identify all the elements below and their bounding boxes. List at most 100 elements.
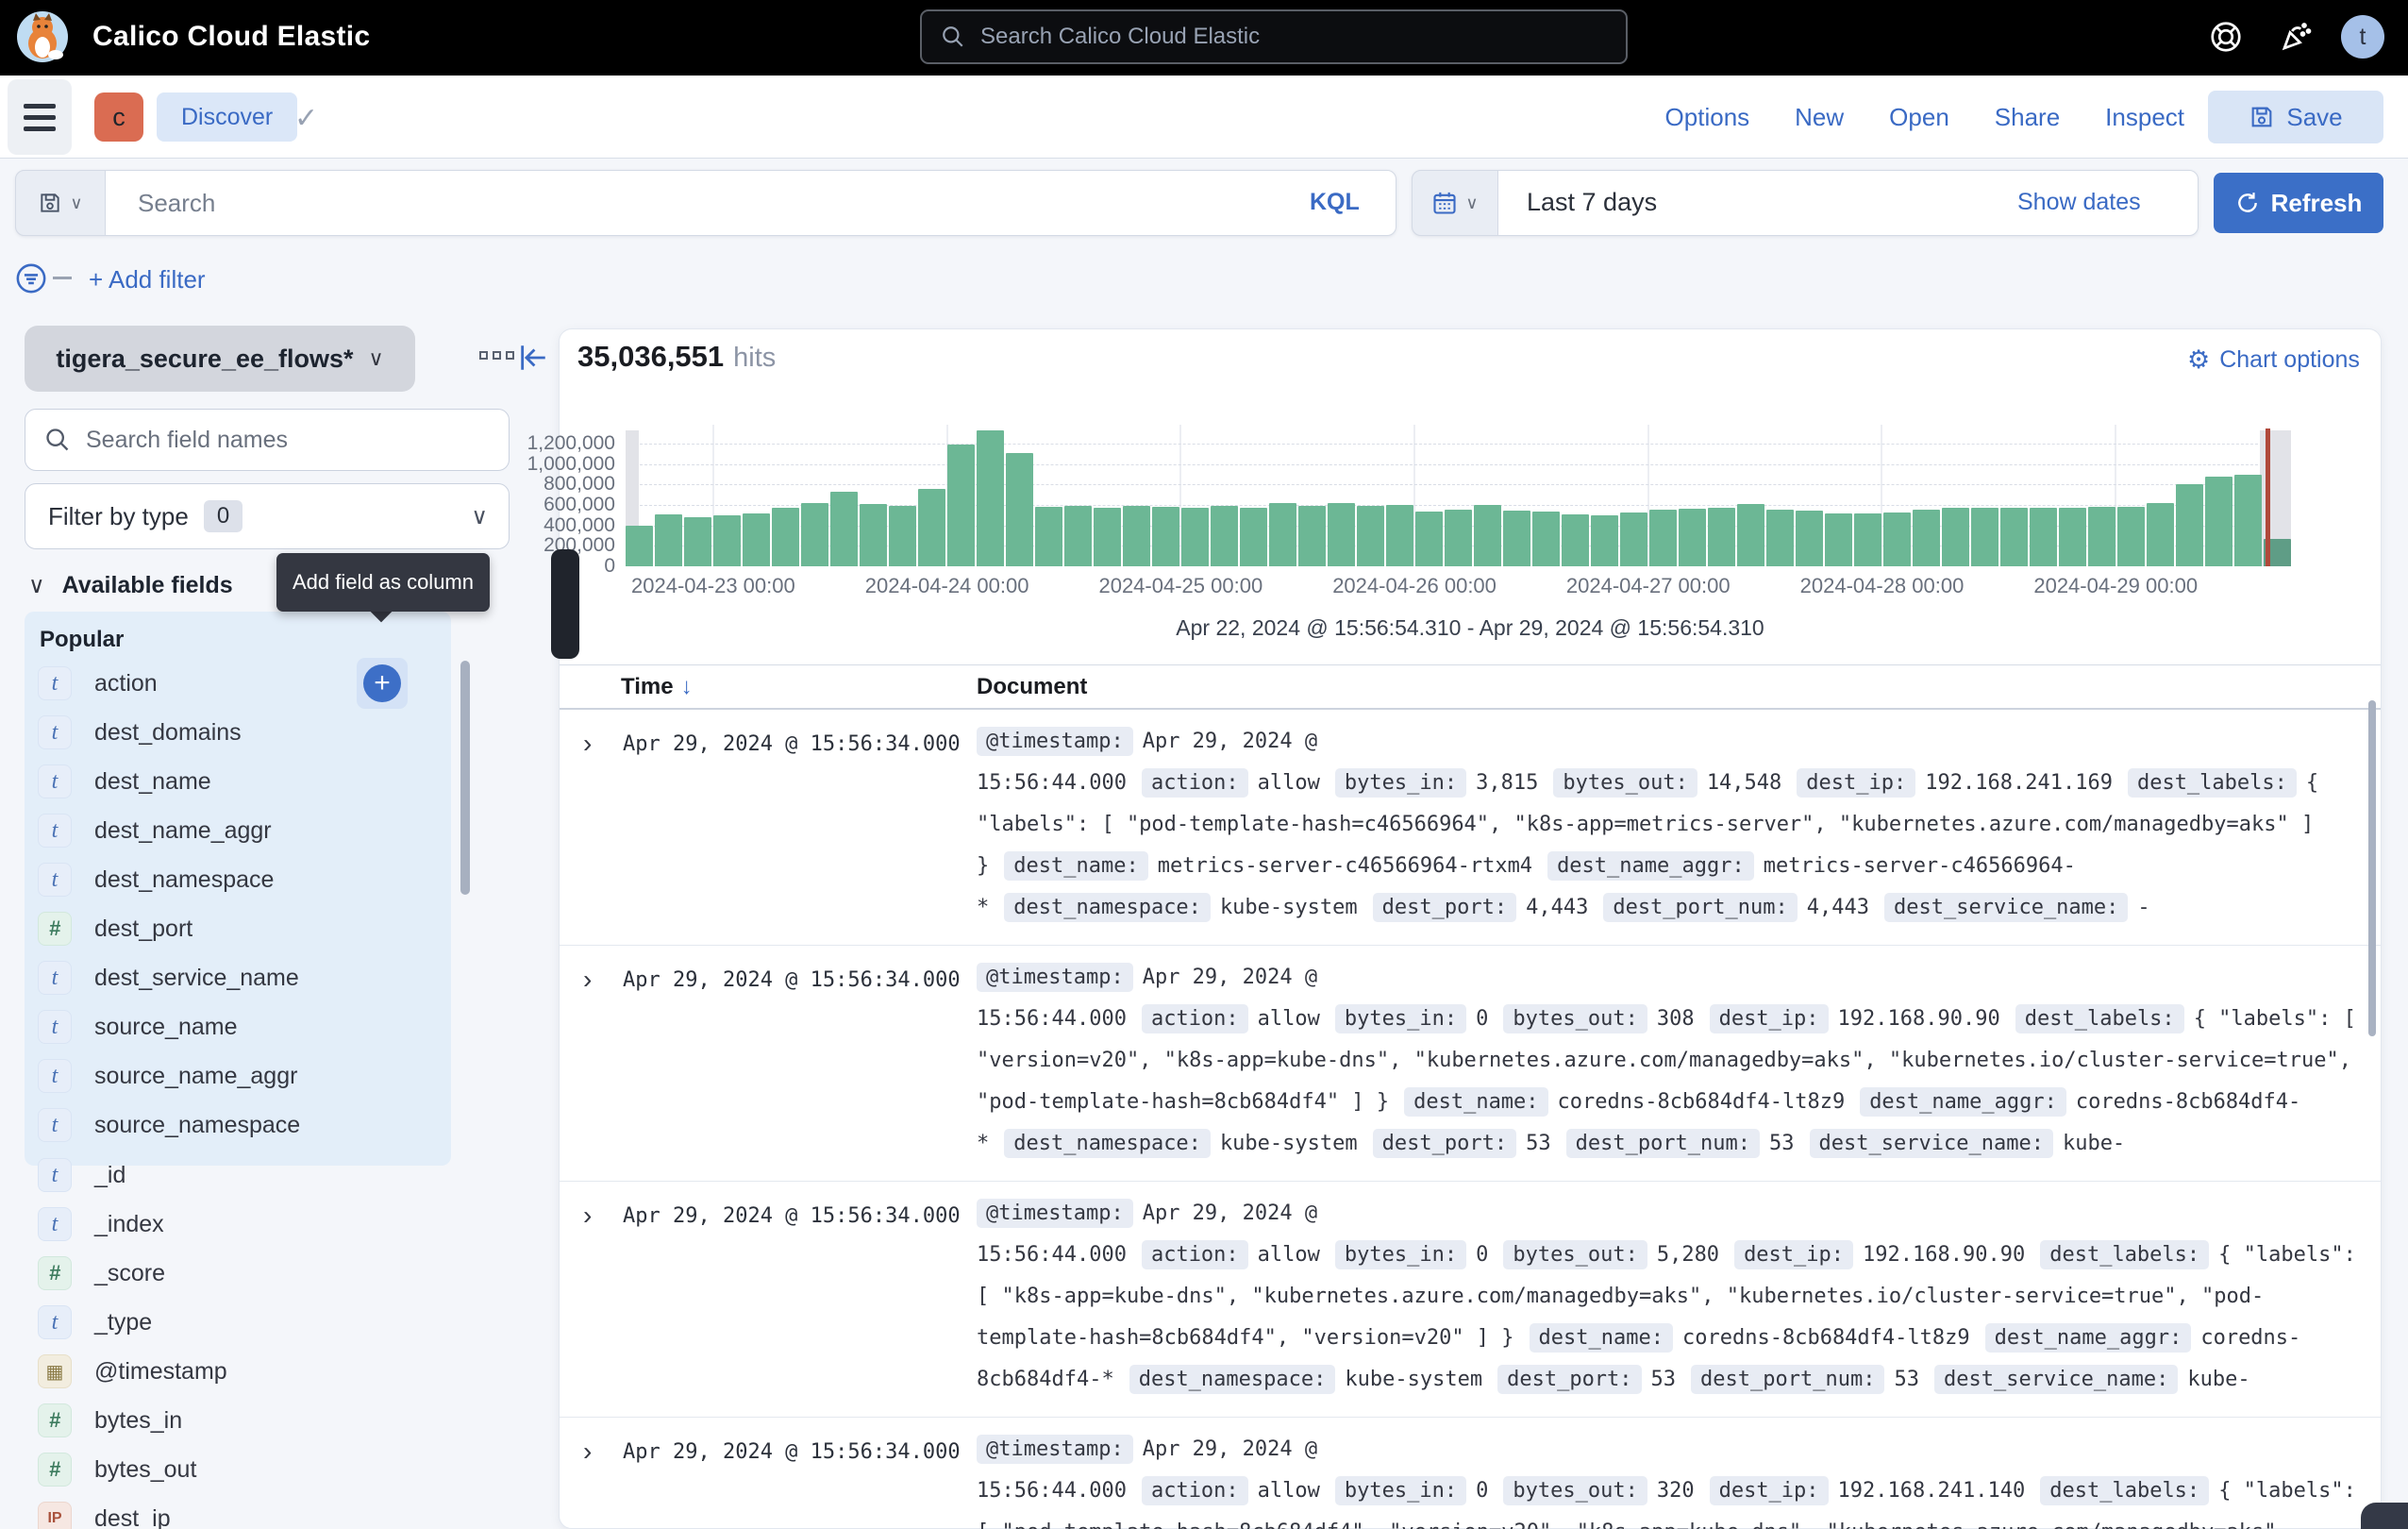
- histogram-bar[interactable]: [1971, 508, 1998, 566]
- date-quick-menu[interactable]: ∨: [1412, 170, 1498, 236]
- histogram-bar[interactable]: [2088, 507, 2115, 566]
- histogram-bar[interactable]: [1474, 505, 1501, 566]
- histogram-bar[interactable]: [1298, 506, 1326, 566]
- news-icon[interactable]: [2274, 15, 2317, 59]
- histogram-bar[interactable]: [772, 508, 799, 566]
- histogram-bar[interactable]: [1883, 512, 1911, 566]
- sidebar-scrollbar[interactable]: [460, 661, 470, 895]
- histogram-bar[interactable]: [2059, 508, 2086, 566]
- histogram-bars[interactable]: [626, 430, 2291, 566]
- histogram-bar[interactable]: [1211, 506, 1238, 566]
- histogram-bar[interactable]: [1737, 504, 1764, 566]
- histogram-bar[interactable]: [2117, 507, 2145, 566]
- show-dates-link[interactable]: Show dates: [2017, 189, 2141, 216]
- panel-resize-handle[interactable]: [551, 549, 579, 659]
- field-item-_index[interactable]: t_index: [25, 1200, 451, 1249]
- available-fields-header[interactable]: ∨ Available fields: [28, 572, 233, 599]
- histogram-bar[interactable]: [830, 492, 858, 566]
- expand-row-icon[interactable]: ›: [583, 965, 592, 995]
- field-item-dest_ip[interactable]: IPdest_ip: [25, 1494, 451, 1529]
- histogram-bar[interactable]: [1035, 507, 1062, 566]
- toolbar-link-new[interactable]: New: [1795, 103, 1844, 132]
- histogram-bar[interactable]: [1445, 510, 1472, 566]
- histogram-bar[interactable]: [918, 489, 945, 566]
- field-item-dest_domains[interactable]: tdest_domains: [25, 708, 451, 757]
- histogram-bar[interactable]: [1503, 511, 1530, 566]
- histogram-bar[interactable]: [713, 515, 741, 566]
- filter-menu-icon[interactable]: [15, 262, 47, 299]
- histogram-bar[interactable]: [1181, 508, 1209, 566]
- field-item-source_name_aggr[interactable]: tsource_name_aggr: [25, 1051, 451, 1101]
- histogram-bar[interactable]: [626, 526, 653, 566]
- histogram-bar[interactable]: [1649, 510, 1677, 566]
- sort-desc-icon[interactable]: ↓: [681, 674, 693, 700]
- histogram-bar[interactable]: [1064, 506, 1092, 566]
- histogram-bar[interactable]: [1386, 505, 1413, 566]
- histogram-bar[interactable]: [1825, 513, 1852, 566]
- histogram-bar[interactable]: [1152, 507, 1179, 566]
- histogram-bar[interactable]: [684, 517, 711, 566]
- field-item-dest_name_aggr[interactable]: tdest_name_aggr: [25, 806, 451, 855]
- floating-widget-corner[interactable]: [2361, 1503, 2408, 1529]
- global-search[interactable]: [920, 9, 1628, 64]
- histogram-bar[interactable]: [1328, 503, 1355, 566]
- index-pattern-picker[interactable]: tigera_secure_ee_flows* ∨: [25, 326, 415, 392]
- space-badge[interactable]: c: [94, 92, 143, 142]
- help-icon[interactable]: [2204, 15, 2248, 59]
- saved-query-menu[interactable]: ∨: [15, 170, 106, 236]
- field-item-bytes_out[interactable]: #bytes_out: [25, 1445, 451, 1494]
- histogram-bar[interactable]: [2205, 477, 2232, 566]
- histogram-bar[interactable]: [860, 504, 887, 566]
- histogram-bar[interactable]: [1357, 506, 1384, 566]
- chart-options-link[interactable]: ⚙ Chart options: [2187, 345, 2360, 375]
- query-input[interactable]: [15, 170, 1396, 236]
- histogram-bar[interactable]: [1854, 513, 1881, 566]
- histogram-bar[interactable]: [1591, 515, 1618, 566]
- histogram-bar[interactable]: [2234, 475, 2262, 566]
- toolbar-link-inspect[interactable]: Inspect: [2105, 103, 2184, 132]
- histogram-bar[interactable]: [655, 514, 682, 566]
- table-row[interactable]: ›Apr 29, 2024 @ 15:56:34.000@timestamp:A…: [560, 1182, 2381, 1418]
- field-item-@timestamp[interactable]: ▦@timestamp: [25, 1347, 451, 1396]
- histogram-bar[interactable]: [2000, 508, 2028, 566]
- histogram-bar[interactable]: [1913, 510, 1940, 566]
- user-avatar[interactable]: t: [2341, 15, 2384, 59]
- histogram-bar[interactable]: [1123, 506, 1150, 566]
- toolbar-link-open[interactable]: Open: [1889, 103, 1949, 132]
- histogram-bar[interactable]: [889, 506, 916, 566]
- collapse-sidebar-icon[interactable]: [517, 342, 549, 378]
- field-options-icon[interactable]: [479, 351, 514, 360]
- field-item-_type[interactable]: t_type: [25, 1298, 451, 1347]
- table-scrollbar[interactable]: [2368, 700, 2376, 1036]
- field-item-dest_name[interactable]: tdest_name: [25, 757, 451, 806]
- histogram-bar[interactable]: [1796, 511, 1823, 566]
- histogram-bar[interactable]: [1620, 512, 1647, 566]
- time-range-value[interactable]: Last 7 days: [1527, 188, 1657, 217]
- table-row[interactable]: ›Apr 29, 2024 @ 15:56:34.000@timestamp:A…: [560, 1418, 2381, 1529]
- toolbar-link-share[interactable]: Share: [1995, 103, 2060, 132]
- histogram-bar[interactable]: [801, 503, 828, 566]
- histogram-bar[interactable]: [1942, 508, 1969, 566]
- histogram-bar[interactable]: [977, 430, 1004, 566]
- field-item-dest_namespace[interactable]: tdest_namespace: [25, 855, 451, 904]
- field-item-dest_service_name[interactable]: tdest_service_name: [25, 953, 451, 1002]
- histogram-bar[interactable]: [1094, 508, 1121, 566]
- histogram-bar[interactable]: [1562, 514, 1589, 566]
- expand-row-icon[interactable]: ›: [583, 1437, 592, 1467]
- histogram-bar[interactable]: [1532, 512, 1560, 567]
- histogram-bar[interactable]: [1679, 509, 1706, 566]
- field-item-action[interactable]: taction+: [25, 659, 451, 708]
- kql-toggle[interactable]: KQL: [1310, 189, 1360, 216]
- table-row[interactable]: ›Apr 29, 2024 @ 15:56:34.000@timestamp:A…: [560, 710, 2381, 946]
- breadcrumb[interactable]: Discover: [157, 92, 297, 142]
- histogram-bar[interactable]: [947, 445, 975, 566]
- field-item-dest_port[interactable]: #dest_port: [25, 904, 451, 953]
- histogram-bar[interactable]: [1269, 503, 1296, 566]
- expand-row-icon[interactable]: ›: [583, 729, 592, 759]
- column-header-time[interactable]: Time↓: [621, 674, 693, 700]
- add-field-column-button[interactable]: +: [357, 658, 408, 709]
- save-button[interactable]: Save: [2208, 91, 2383, 143]
- table-row[interactable]: ›Apr 29, 2024 @ 15:56:34.000@timestamp:A…: [560, 946, 2381, 1182]
- histogram-bar[interactable]: [1006, 453, 1033, 566]
- refresh-button[interactable]: Refresh: [2214, 173, 2383, 233]
